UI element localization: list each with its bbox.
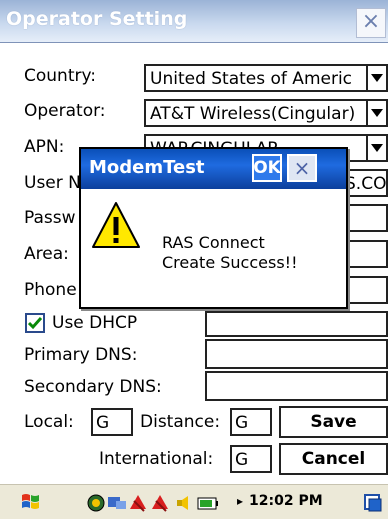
dialog-close-icon[interactable]: × bbox=[287, 154, 317, 182]
connection-icon[interactable] bbox=[106, 493, 128, 513]
volume-icon[interactable] bbox=[174, 493, 196, 513]
save-button[interactable]: Save bbox=[279, 406, 388, 438]
distance-value: G bbox=[235, 413, 249, 433]
distance-field[interactable]: G bbox=[230, 408, 272, 436]
distance-label: Distance: bbox=[140, 412, 221, 432]
battery-icon[interactable] bbox=[196, 493, 220, 513]
clock[interactable]: 12:02 PM bbox=[249, 493, 323, 509]
dialog-message-line1: RAS Connect bbox=[162, 233, 265, 252]
dhcp-checkbox[interactable] bbox=[25, 313, 45, 333]
primary-dns-label: Primary DNS: bbox=[24, 345, 138, 365]
warning-icon bbox=[92, 202, 140, 248]
taskbar: ▸ 12:02 PM bbox=[0, 484, 388, 519]
area-label: Area: bbox=[24, 244, 69, 264]
local-value: G bbox=[96, 413, 110, 433]
operator-label: Operator: bbox=[24, 101, 106, 121]
title-bar: Operator Setting × bbox=[0, 0, 388, 43]
arrow-right-icon: ▸ bbox=[237, 494, 244, 508]
checkmark-icon bbox=[28, 317, 42, 330]
dialog-title-bar: ModemTest OK × bbox=[81, 149, 346, 189]
secondary-dns-label: Secondary DNS: bbox=[24, 377, 162, 397]
chevron-down-icon[interactable] bbox=[366, 99, 388, 127]
cancel-button[interactable]: Cancel bbox=[279, 443, 388, 475]
chevron-down-icon[interactable] bbox=[366, 134, 388, 162]
country-value: United States of Americ bbox=[150, 69, 353, 89]
secondary-dns-field[interactable] bbox=[205, 371, 388, 401]
apn-label: APN: bbox=[24, 137, 65, 157]
window-title: Operator Setting bbox=[6, 8, 188, 30]
local-label: Local: bbox=[24, 412, 74, 432]
username-label: User N bbox=[24, 173, 81, 193]
dialog-message-line2: Create Success!! bbox=[162, 253, 298, 272]
primary-dns-field[interactable] bbox=[205, 339, 388, 369]
operator-value: AT&T Wireless(Cingular) bbox=[150, 104, 356, 124]
keyboard-icon[interactable] bbox=[362, 492, 384, 514]
dhcp-area-field bbox=[205, 311, 388, 337]
international-value: G bbox=[235, 450, 249, 470]
international-label: International: bbox=[99, 449, 214, 469]
dhcp-label: Use DHCP bbox=[52, 313, 138, 333]
signal-red-icon[interactable] bbox=[128, 493, 150, 513]
dialog-message: RAS Connect Create Success!! bbox=[162, 233, 297, 273]
chevron-down-icon[interactable] bbox=[366, 64, 388, 92]
password-label: Passw bbox=[24, 208, 76, 228]
username-value: S.COM bbox=[345, 174, 388, 194]
ok-button[interactable]: OK bbox=[252, 154, 282, 182]
phone-label: Phone bbox=[24, 280, 77, 300]
start-windows-icon[interactable] bbox=[20, 491, 42, 513]
country-label: Country: bbox=[24, 66, 97, 86]
network-icon[interactable] bbox=[86, 493, 106, 513]
signal-red-icon-2[interactable] bbox=[150, 493, 172, 513]
dialog-title: ModemTest bbox=[89, 157, 205, 178]
operator-dropdown[interactable]: AT&T Wireless(Cingular) bbox=[144, 99, 388, 127]
country-dropdown[interactable]: United States of Americ bbox=[144, 64, 388, 92]
modem-test-dialog: ModemTest OK × RAS Connect Create Succes… bbox=[79, 147, 348, 309]
international-field[interactable]: G bbox=[230, 445, 272, 473]
close-icon[interactable]: × bbox=[356, 8, 386, 38]
local-field[interactable]: G bbox=[91, 408, 133, 436]
